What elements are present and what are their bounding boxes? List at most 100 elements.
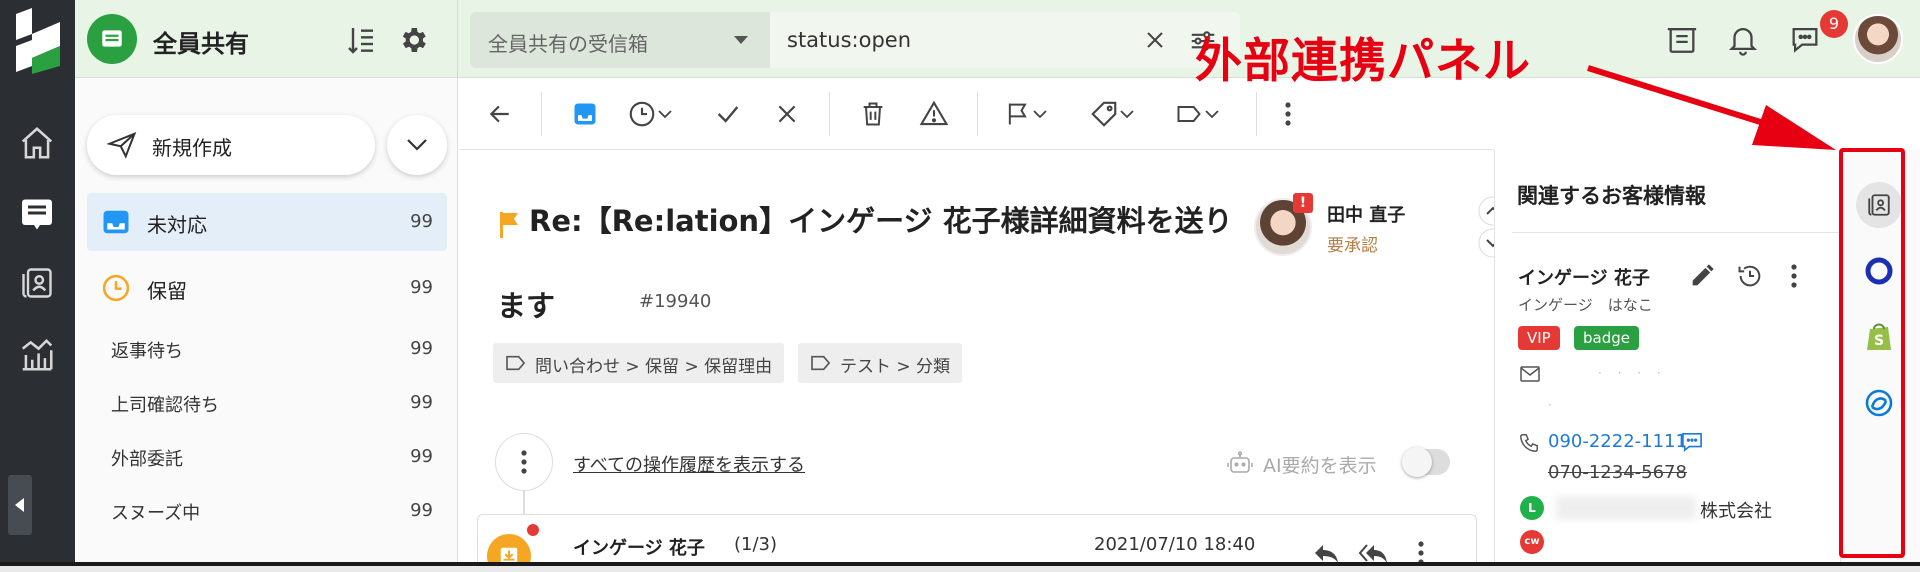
archive-icon[interactable] bbox=[1665, 22, 1699, 56]
sort-icon[interactable] bbox=[345, 24, 377, 56]
trash-icon bbox=[863, 102, 883, 126]
ticket-subject-line2: ます bbox=[497, 289, 556, 323]
flag-menu-button[interactable] bbox=[1004, 98, 1048, 130]
edit-pencil-icon[interactable] bbox=[1688, 262, 1716, 290]
nav-address-book-icon[interactable] bbox=[12, 258, 62, 308]
annotation-label: 外部連携パネル bbox=[1195, 34, 1531, 89]
compose-button[interactable]: 新規作成 bbox=[87, 115, 375, 175]
spam-button[interactable] bbox=[919, 98, 949, 130]
toolbar-divider bbox=[977, 92, 978, 136]
incoming-mail-icon bbox=[500, 547, 518, 562]
customer-company: 株式会社 bbox=[1700, 501, 1772, 522]
ai-summary-toggle[interactable] bbox=[1402, 447, 1450, 477]
arrow-left-icon bbox=[489, 105, 509, 123]
rail-collapse-button[interactable] bbox=[8, 475, 32, 535]
workspace-icon bbox=[87, 14, 137, 64]
inbox-tray-icon bbox=[103, 210, 129, 234]
redacted-text: · bbox=[1548, 398, 1552, 412]
mark-done-button[interactable] bbox=[714, 98, 742, 130]
hold-menu-button[interactable] bbox=[627, 98, 673, 130]
unread-dot bbox=[527, 524, 539, 536]
ticket-number: #19940 bbox=[639, 291, 712, 312]
chevron-down-icon bbox=[1033, 110, 1047, 119]
folder-onhold[interactable]: 保留 99 bbox=[87, 259, 447, 317]
message-thread-count: (1/3) bbox=[734, 534, 778, 555]
subfolder-snoozed[interactable]: スヌーズ中 99 bbox=[87, 486, 447, 536]
tag-menu-button[interactable] bbox=[1089, 98, 1135, 130]
chevron-down-icon bbox=[658, 110, 672, 119]
clock-icon bbox=[629, 101, 655, 127]
subfolder-awaiting-reply[interactable]: 返事待ち 99 bbox=[87, 324, 447, 374]
trash-button[interactable] bbox=[859, 98, 887, 130]
sidebar: 新規作成 未対応 99 保留 99 返事待ち 99 上司確認待ち 99 外部委託… bbox=[75, 78, 458, 562]
history-menu-button[interactable] bbox=[495, 433, 553, 491]
compose-label: 新規作成 bbox=[152, 136, 232, 160]
label-icon bbox=[506, 355, 526, 371]
folder-label: 保留 bbox=[147, 279, 187, 303]
subfolder-boss-review[interactable]: 上司確認待ち 99 bbox=[87, 378, 447, 428]
customer-name: インゲージ 花子 bbox=[1518, 268, 1650, 289]
history-icon[interactable] bbox=[1736, 262, 1764, 290]
search-input[interactable]: status:open bbox=[787, 28, 911, 52]
chevron-down-icon bbox=[1205, 110, 1219, 119]
more-vertical-icon[interactable] bbox=[1417, 540, 1425, 566]
subfolder-outsourced[interactable]: 外部委託 99 bbox=[87, 432, 447, 482]
workspace-name: 全員共有 bbox=[153, 30, 249, 58]
redacted-email: · · · · bbox=[1598, 366, 1667, 380]
more-vertical-icon[interactable] bbox=[1790, 262, 1798, 290]
more-vertical-icon bbox=[1285, 102, 1291, 126]
toolbar-divider bbox=[829, 92, 830, 136]
workspace-header: 全員共有 bbox=[75, 0, 458, 78]
app-window: 全員共有 全員共有の受信箱 status:open 9 新規作成 未対応 99 … bbox=[0, 0, 1920, 566]
folder-count: 99 bbox=[410, 277, 433, 298]
toolbar-divider bbox=[541, 92, 542, 136]
ticket-tag[interactable]: テスト > 分類 bbox=[798, 343, 963, 383]
clear-search-icon[interactable] bbox=[1143, 28, 1167, 52]
customer-phone-link[interactable]: 090-2222-1111 bbox=[1548, 431, 1687, 452]
nav-inbox-icon[interactable] bbox=[12, 188, 62, 238]
ticket-tag[interactable]: 問い合わせ > 保留 > 保留理由 bbox=[493, 343, 785, 383]
subfolder-label: 外部委託 bbox=[111, 449, 183, 470]
folder-unhandled[interactable]: 未対応 99 bbox=[87, 193, 447, 251]
bell-icon[interactable] bbox=[1726, 22, 1760, 56]
chat-icon[interactable] bbox=[1788, 22, 1822, 56]
mark-unneeded-button[interactable] bbox=[774, 98, 800, 130]
more-vertical-icon bbox=[521, 450, 527, 474]
chatwork-icon: cw bbox=[1520, 530, 1544, 554]
inbox-selector-label: 全員共有の受信箱 bbox=[488, 32, 648, 56]
more-actions-button[interactable] bbox=[1284, 98, 1292, 130]
subfolder-count: 99 bbox=[410, 500, 433, 521]
label-icon bbox=[811, 355, 831, 371]
nav-analytics-icon[interactable] bbox=[12, 330, 62, 380]
sms-icon[interactable] bbox=[1681, 432, 1703, 452]
flag-icon bbox=[500, 212, 518, 238]
compose-options-button[interactable] bbox=[387, 115, 447, 175]
tag-icon bbox=[1091, 101, 1117, 127]
message-sender: インゲージ 花子 bbox=[573, 538, 705, 559]
inbox-selector[interactable]: 全員共有の受信箱 bbox=[470, 12, 770, 68]
app-logo-icon[interactable] bbox=[10, 8, 66, 74]
reply-all-icon[interactable] bbox=[1359, 540, 1389, 566]
customer-kana: インゲージ はなこ bbox=[1518, 296, 1653, 314]
label-icon bbox=[1177, 106, 1201, 122]
nav-home-icon[interactable] bbox=[12, 118, 62, 168]
user-avatar[interactable] bbox=[1853, 14, 1903, 64]
gear-icon[interactable] bbox=[397, 24, 429, 56]
ticket-subject-line1: Re:【Re:lation】インゲージ 花子様詳細資料を送り bbox=[529, 204, 1233, 238]
label-menu-button[interactable] bbox=[1174, 98, 1220, 130]
phone-icon bbox=[1520, 434, 1538, 452]
move-to-unhandled-button[interactable] bbox=[571, 98, 599, 130]
ticket-tag-label: 問い合わせ > 保留 > 保留理由 bbox=[535, 357, 773, 377]
reply-icon[interactable] bbox=[1311, 540, 1341, 566]
show-all-history-link[interactable]: すべての操作履歴を表示する bbox=[573, 451, 805, 477]
annotation-highlight-box bbox=[1839, 148, 1905, 558]
approval-status: 要承認 bbox=[1327, 236, 1378, 256]
redacted-company-name bbox=[1556, 496, 1696, 520]
caret-down-icon bbox=[734, 36, 748, 44]
custom-badge: badge bbox=[1574, 326, 1639, 350]
subfolder-label: 返事待ち bbox=[111, 341, 183, 362]
back-button[interactable] bbox=[487, 98, 513, 130]
left-rail bbox=[0, 0, 75, 562]
toolbar-divider bbox=[1256, 92, 1257, 136]
search-bar[interactable]: status:open bbox=[770, 12, 1240, 68]
